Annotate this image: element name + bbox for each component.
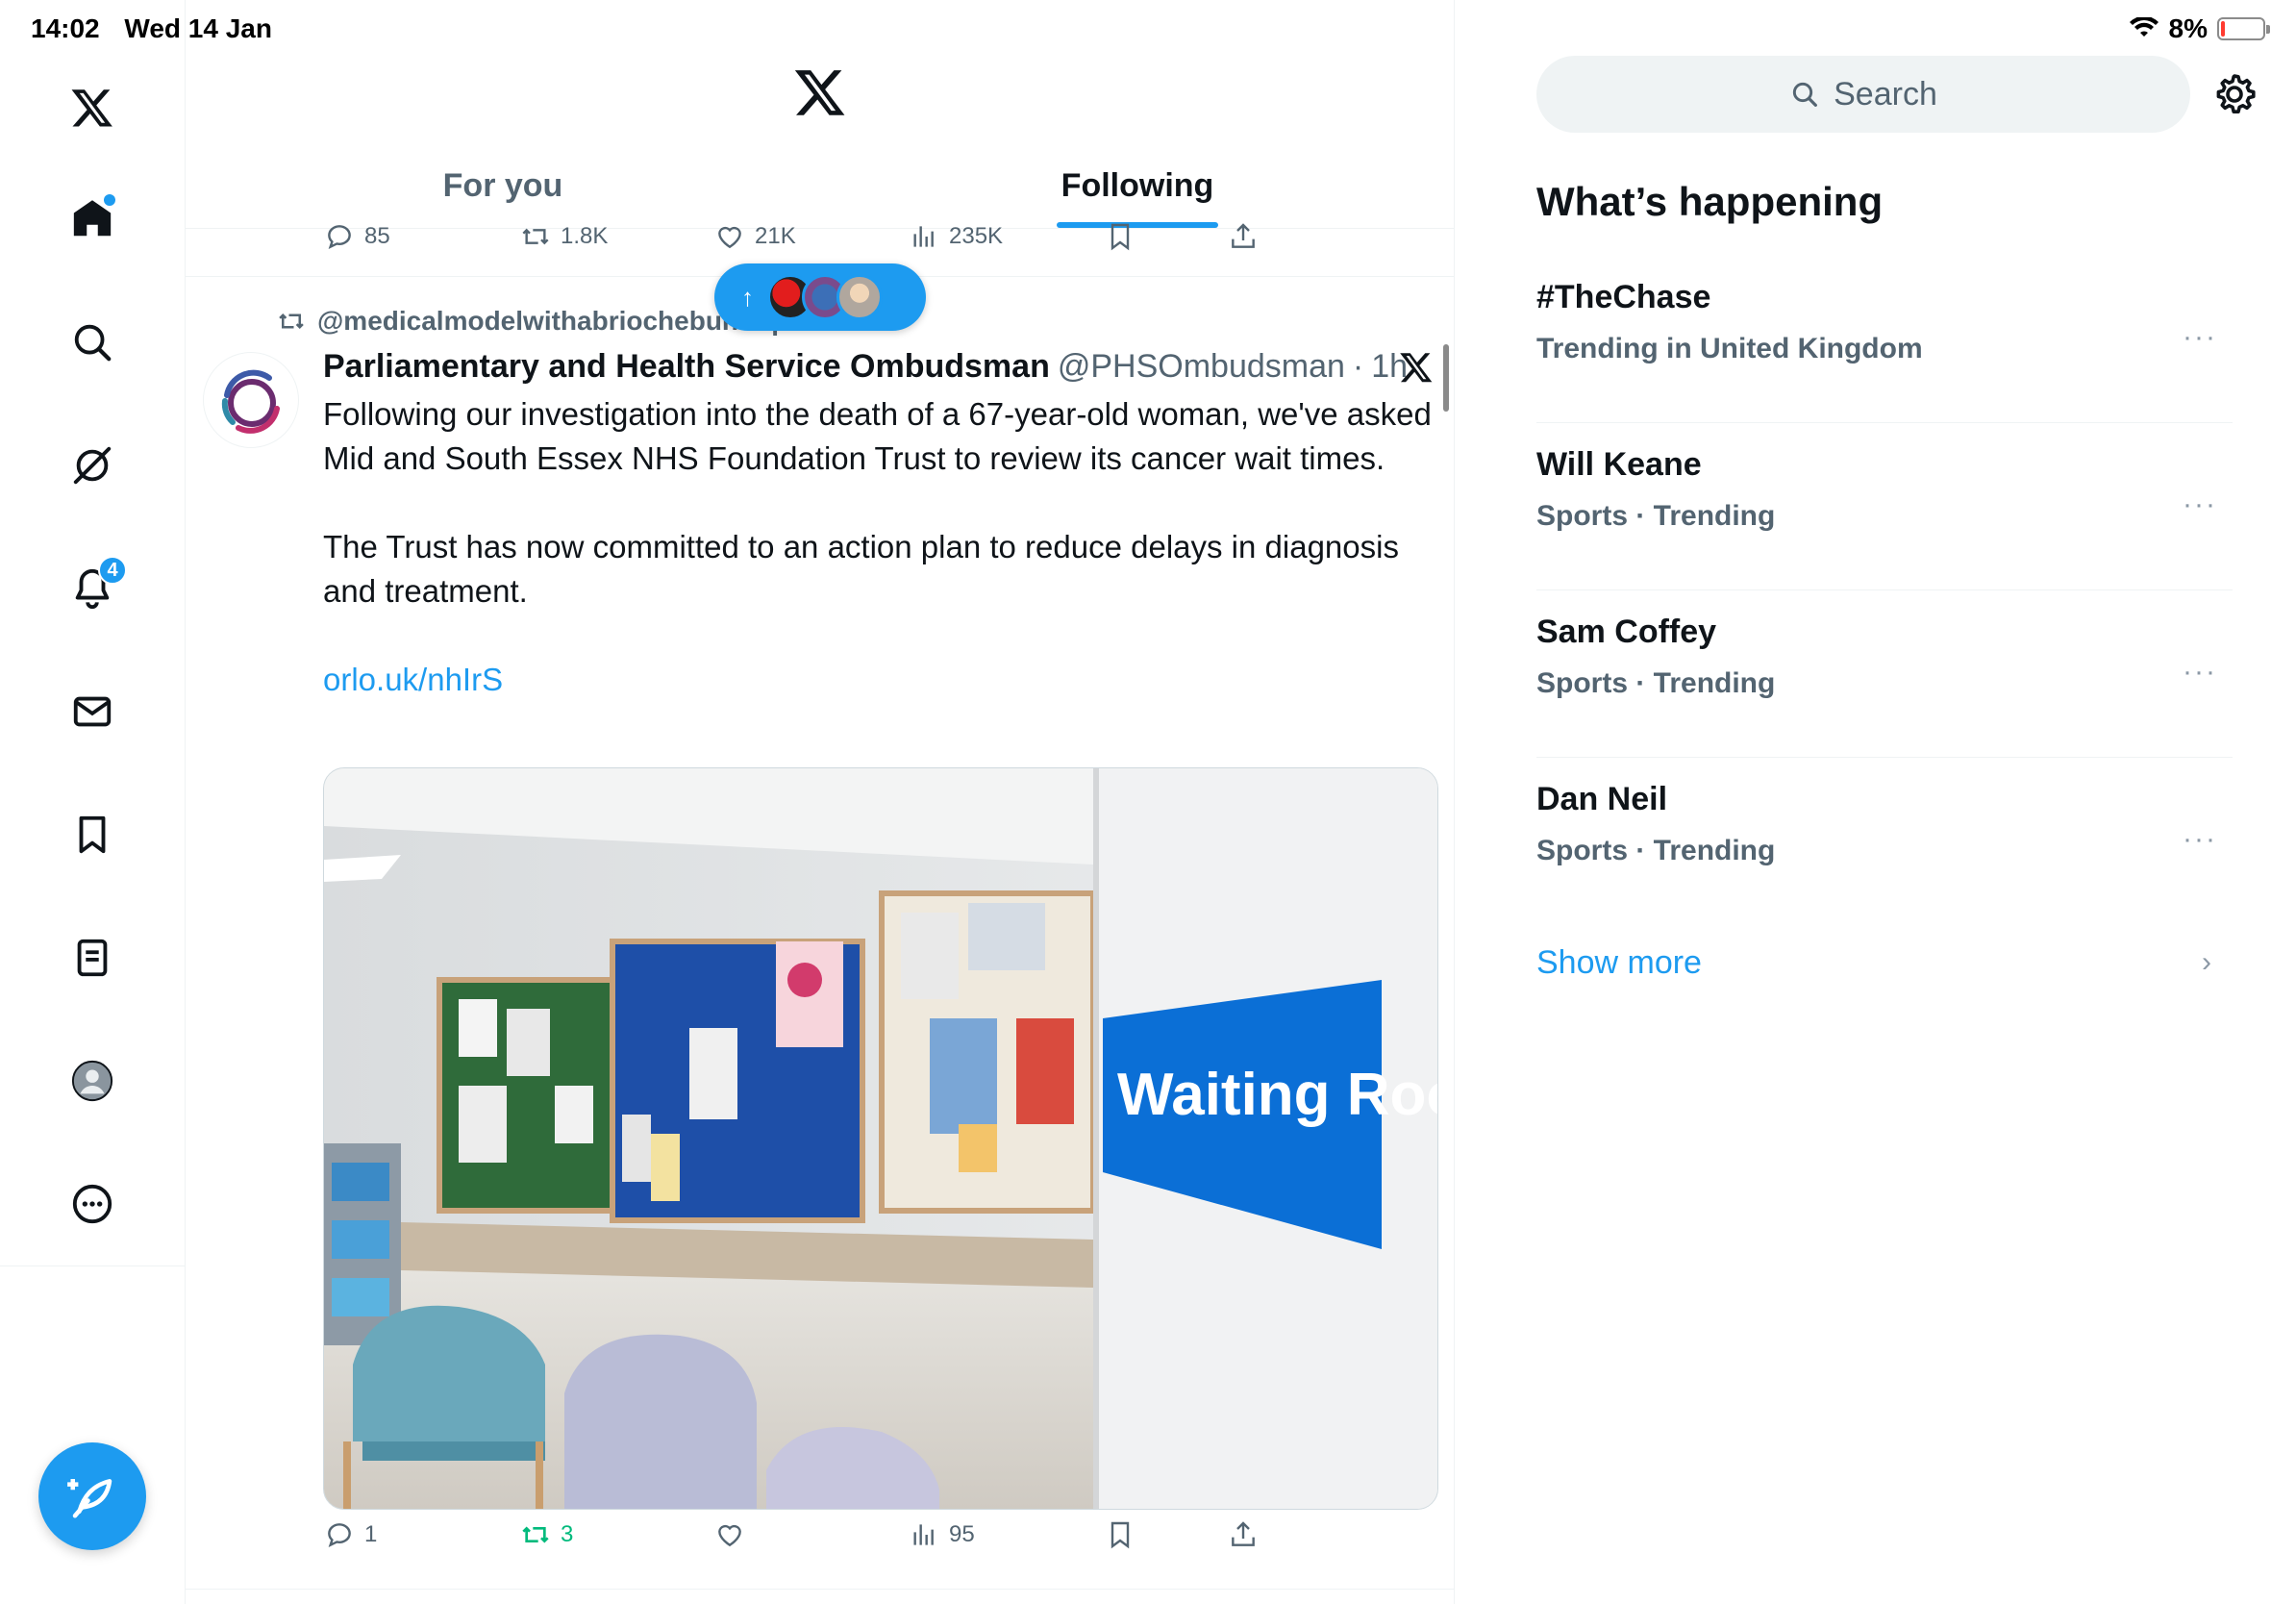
search-icon[interactable] — [54, 304, 131, 381]
new-posts-pill[interactable]: ↑ — [714, 263, 926, 331]
compose-feather-icon — [67, 1479, 112, 1518]
notifications-badge: 4 — [98, 556, 127, 585]
author-handle[interactable]: @PHSOmbudsman — [1058, 348, 1345, 386]
trend-item[interactable]: #TheChase Trending in United Kingdom ··· — [1536, 256, 2233, 423]
post-paragraph: Following our investigation into the dea… — [323, 396, 1432, 476]
tab-following-label: Following — [1061, 167, 1214, 204]
settings-gear-icon[interactable] — [2211, 71, 2258, 117]
timeline-tabs: For you Following — [186, 144, 1454, 229]
trend-name: #TheChase — [1536, 279, 1711, 315]
compose-post-button[interactable] — [38, 1442, 146, 1550]
author-name[interactable]: Parliamentary and Health Service Ombudsm… — [323, 348, 1050, 386]
post-text: Following our investigation into the dea… — [323, 392, 1438, 746]
bookmark-button[interactable] — [1105, 1519, 1136, 1550]
like-button[interactable]: 21K — [714, 221, 796, 252]
trend-name: Sam Coffey — [1536, 614, 1717, 650]
x-logo-icon[interactable] — [54, 69, 131, 146]
repost-icon — [522, 228, 549, 245]
reply-count: 1 — [364, 1521, 378, 1547]
search-input[interactable]: Search — [1536, 56, 2190, 133]
tab-following[interactable]: Following — [820, 144, 1454, 228]
reply-button[interactable]: 1 — [324, 1519, 377, 1550]
waiting-room-photo: Waiting Room — [324, 768, 1438, 1509]
x-logo-icon — [1400, 353, 1433, 383]
trend-meta: Sports · Trending — [1536, 667, 1776, 699]
heart-icon — [718, 1524, 741, 1547]
new-post-avatar — [836, 274, 883, 320]
trend-name: Will Keane — [1536, 446, 1702, 483]
more-options-icon[interactable]: ··· — [2183, 656, 2217, 689]
repost-icon — [522, 1526, 549, 1543]
ombudsman-logo-icon — [221, 369, 280, 434]
views-count: 95 — [949, 1521, 975, 1547]
show-more-link[interactable]: Show more — [1536, 944, 1702, 982]
home-unread-dot — [104, 194, 115, 206]
post-paragraph: The Trust has now committed to an action… — [323, 529, 1399, 609]
like-count: 21K — [755, 223, 796, 249]
more-options-icon[interactable]: ··· — [2183, 823, 2217, 856]
views-button[interactable]: 235K — [909, 221, 1003, 252]
search-placeholder: Search — [1834, 75, 1937, 113]
waiting-room-sign-text: Waiting Room — [1117, 1062, 1438, 1128]
tab-for-you[interactable]: For you — [186, 144, 820, 228]
views-icon — [913, 226, 934, 247]
grok-icon[interactable] — [54, 427, 131, 504]
repost-button[interactable]: 3 — [520, 1519, 573, 1550]
lists-icon[interactable] — [54, 919, 131, 996]
chevron-right-icon[interactable]: › — [2202, 946, 2211, 979]
post-link[interactable]: orlo.uk/nhIrS — [323, 662, 503, 697]
whats-happening-title: What’s happening — [1536, 179, 1884, 224]
heart-icon — [718, 226, 741, 249]
more-options-icon[interactable]: ··· — [2183, 489, 2217, 521]
scrollbar-thumb[interactable] — [1443, 344, 1449, 412]
reply-count: 85 — [364, 223, 390, 249]
repost-icon — [279, 313, 304, 330]
trend-name: Dan Neil — [1536, 781, 1668, 817]
trend-meta: Trending in United Kingdom — [1536, 333, 1923, 364]
home-icon[interactable] — [54, 181, 131, 258]
repost-count: 3 — [561, 1521, 574, 1547]
trend-item[interactable]: Will Keane Sports · Trending ··· — [1536, 423, 2233, 590]
trend-meta: Sports · Trending — [1536, 500, 1776, 532]
like-button[interactable] — [714, 1519, 745, 1550]
bookmarks-icon[interactable] — [54, 796, 131, 873]
reply-button[interactable]: 85 — [324, 221, 390, 252]
more-icon[interactable] — [54, 1165, 131, 1242]
right-sidebar: Search What’s happening #TheChase Trendi… — [1456, 0, 2296, 1604]
share-button[interactable] — [1228, 221, 1259, 252]
repost-count: 1.8K — [561, 223, 609, 249]
views-button[interactable]: 95 — [909, 1519, 975, 1550]
messages-icon[interactable] — [54, 673, 131, 750]
separator-dot: · — [1352, 348, 1364, 385]
trend-item[interactable]: Dan Neil Sports · Trending ··· — [1536, 758, 2233, 925]
share-button[interactable] — [1228, 1519, 1259, 1550]
author-avatar[interactable] — [203, 352, 299, 448]
post-image[interactable]: Waiting Room — [323, 767, 1438, 1510]
post-actions: 1 3 95 — [186, 1519, 1454, 1573]
tab-for-you-label: For you — [442, 167, 563, 204]
profile-avatar-icon[interactable] — [54, 1042, 131, 1119]
timeline-column: For you Following 85 1.8K 21K 235K ↑ @me… — [186, 0, 1455, 1604]
search-icon — [1792, 82, 1818, 107]
arrow-up-icon: ↑ — [741, 282, 754, 312]
repost-button[interactable]: 1.8K — [520, 221, 608, 252]
x-header-logo-icon[interactable] — [793, 65, 847, 119]
views-icon — [913, 1524, 934, 1545]
reply-icon — [328, 225, 351, 249]
bookmark-button[interactable] — [1105, 221, 1136, 252]
left-nav: 4 — [0, 0, 186, 1604]
more-options-icon[interactable]: ··· — [2183, 321, 2217, 354]
share-icon — [1232, 1521, 1255, 1546]
bookmark-icon — [1111, 1521, 1130, 1549]
trend-meta: Sports · Trending — [1536, 835, 1776, 866]
post-divider — [186, 1589, 1454, 1590]
share-icon — [1232, 223, 1255, 248]
reply-icon — [328, 1523, 351, 1547]
post-header: Parliamentary and Health Service Ombudsm… — [323, 348, 1408, 386]
views-count: 235K — [949, 223, 1004, 249]
notifications-icon[interactable]: 4 — [54, 550, 131, 627]
bookmark-icon — [1111, 223, 1130, 251]
trend-item[interactable]: Sam Coffey Sports · Trending ··· — [1536, 590, 2233, 758]
